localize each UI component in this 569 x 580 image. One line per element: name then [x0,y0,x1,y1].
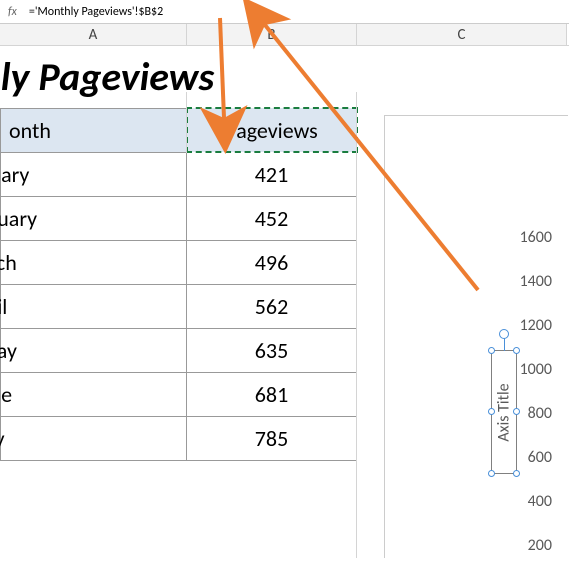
axis-title-text[interactable]: Axis Title [495,383,514,441]
axis-tick: 200 [520,536,552,580]
resize-handle-icon[interactable] [488,408,495,415]
fx-label: fx [8,5,17,19]
cell-month[interactable]: pril [1,284,187,328]
cell-pageviews[interactable]: 452 [187,196,357,240]
cell-month[interactable]: une [1,372,187,416]
grid-divider [356,92,357,558]
axis-title-box[interactable]: Axis Title [491,350,517,474]
cell-pageviews[interactable]: 635 [187,328,357,372]
resize-handle-icon[interactable] [513,347,520,354]
axis-tick: 1200 [520,316,552,360]
title-row: nthly Pageviews [0,46,569,107]
axis-tick: 400 [520,492,552,536]
column-headers: A B C [0,24,569,46]
cell-pageviews[interactable]: 681 [187,372,357,416]
axis-tick: 1600 [520,228,552,272]
cell-pageviews[interactable]: 421 [187,152,357,196]
rotate-handle-icon[interactable] [499,329,509,339]
cell-pageviews[interactable]: 496 [187,240,357,284]
resize-handle-icon[interactable] [513,470,520,477]
cell-month[interactable]: nuary [1,152,187,196]
grid-divider [186,92,187,153]
axis-tick: 1000 [520,360,552,404]
table-row[interactable]: une 681 [1,372,357,416]
table-row[interactable]: May 635 [1,328,357,372]
column-header-a[interactable]: A [0,24,187,45]
column-header-b[interactable]: B [187,24,357,45]
table-row[interactable]: arch 496 [1,240,357,284]
cell-month[interactable]: bruary [1,196,187,240]
axis-tick: 1400 [520,272,552,316]
table-row[interactable]: pril 562 [1,284,357,328]
cell-pageviews[interactable]: 562 [187,284,357,328]
chart-area[interactable]: 1600 1400 1200 1000 800 600 400 200 Axis… [384,115,568,558]
resize-handle-icon[interactable] [488,347,495,354]
table-row[interactable]: nuary 421 [1,152,357,196]
cell-month[interactable]: arch [1,240,187,284]
header-month[interactable]: onth [1,108,187,152]
sheet-title: nthly Pageviews [0,52,214,101]
formula-bar: fx [0,0,569,24]
cell-month[interactable]: uly [1,416,187,460]
resize-handle-icon[interactable] [488,470,495,477]
resize-handle-icon[interactable] [513,408,520,415]
cell-pageviews[interactable]: 785 [187,416,357,460]
axis-tick: 600 [520,448,552,492]
rotate-connector [504,337,505,351]
y-axis-ticks: 1600 1400 1200 1000 800 600 400 200 [520,228,552,580]
table-row[interactable]: bruary 452 [1,196,357,240]
cell-month[interactable]: May [1,328,187,372]
data-table: onth Pageviews nuary 421 bruary 452 arch… [0,107,358,461]
worksheet-area[interactable]: nthly Pageviews onth Pageviews nuary 421… [0,46,569,461]
header-pageviews[interactable]: Pageviews [187,108,357,152]
formula-input[interactable] [29,5,569,19]
table-row[interactable]: uly 785 [1,416,357,460]
axis-tick: 800 [520,404,552,448]
table-header-row: onth Pageviews [1,108,357,152]
column-header-c[interactable]: C [357,24,567,45]
